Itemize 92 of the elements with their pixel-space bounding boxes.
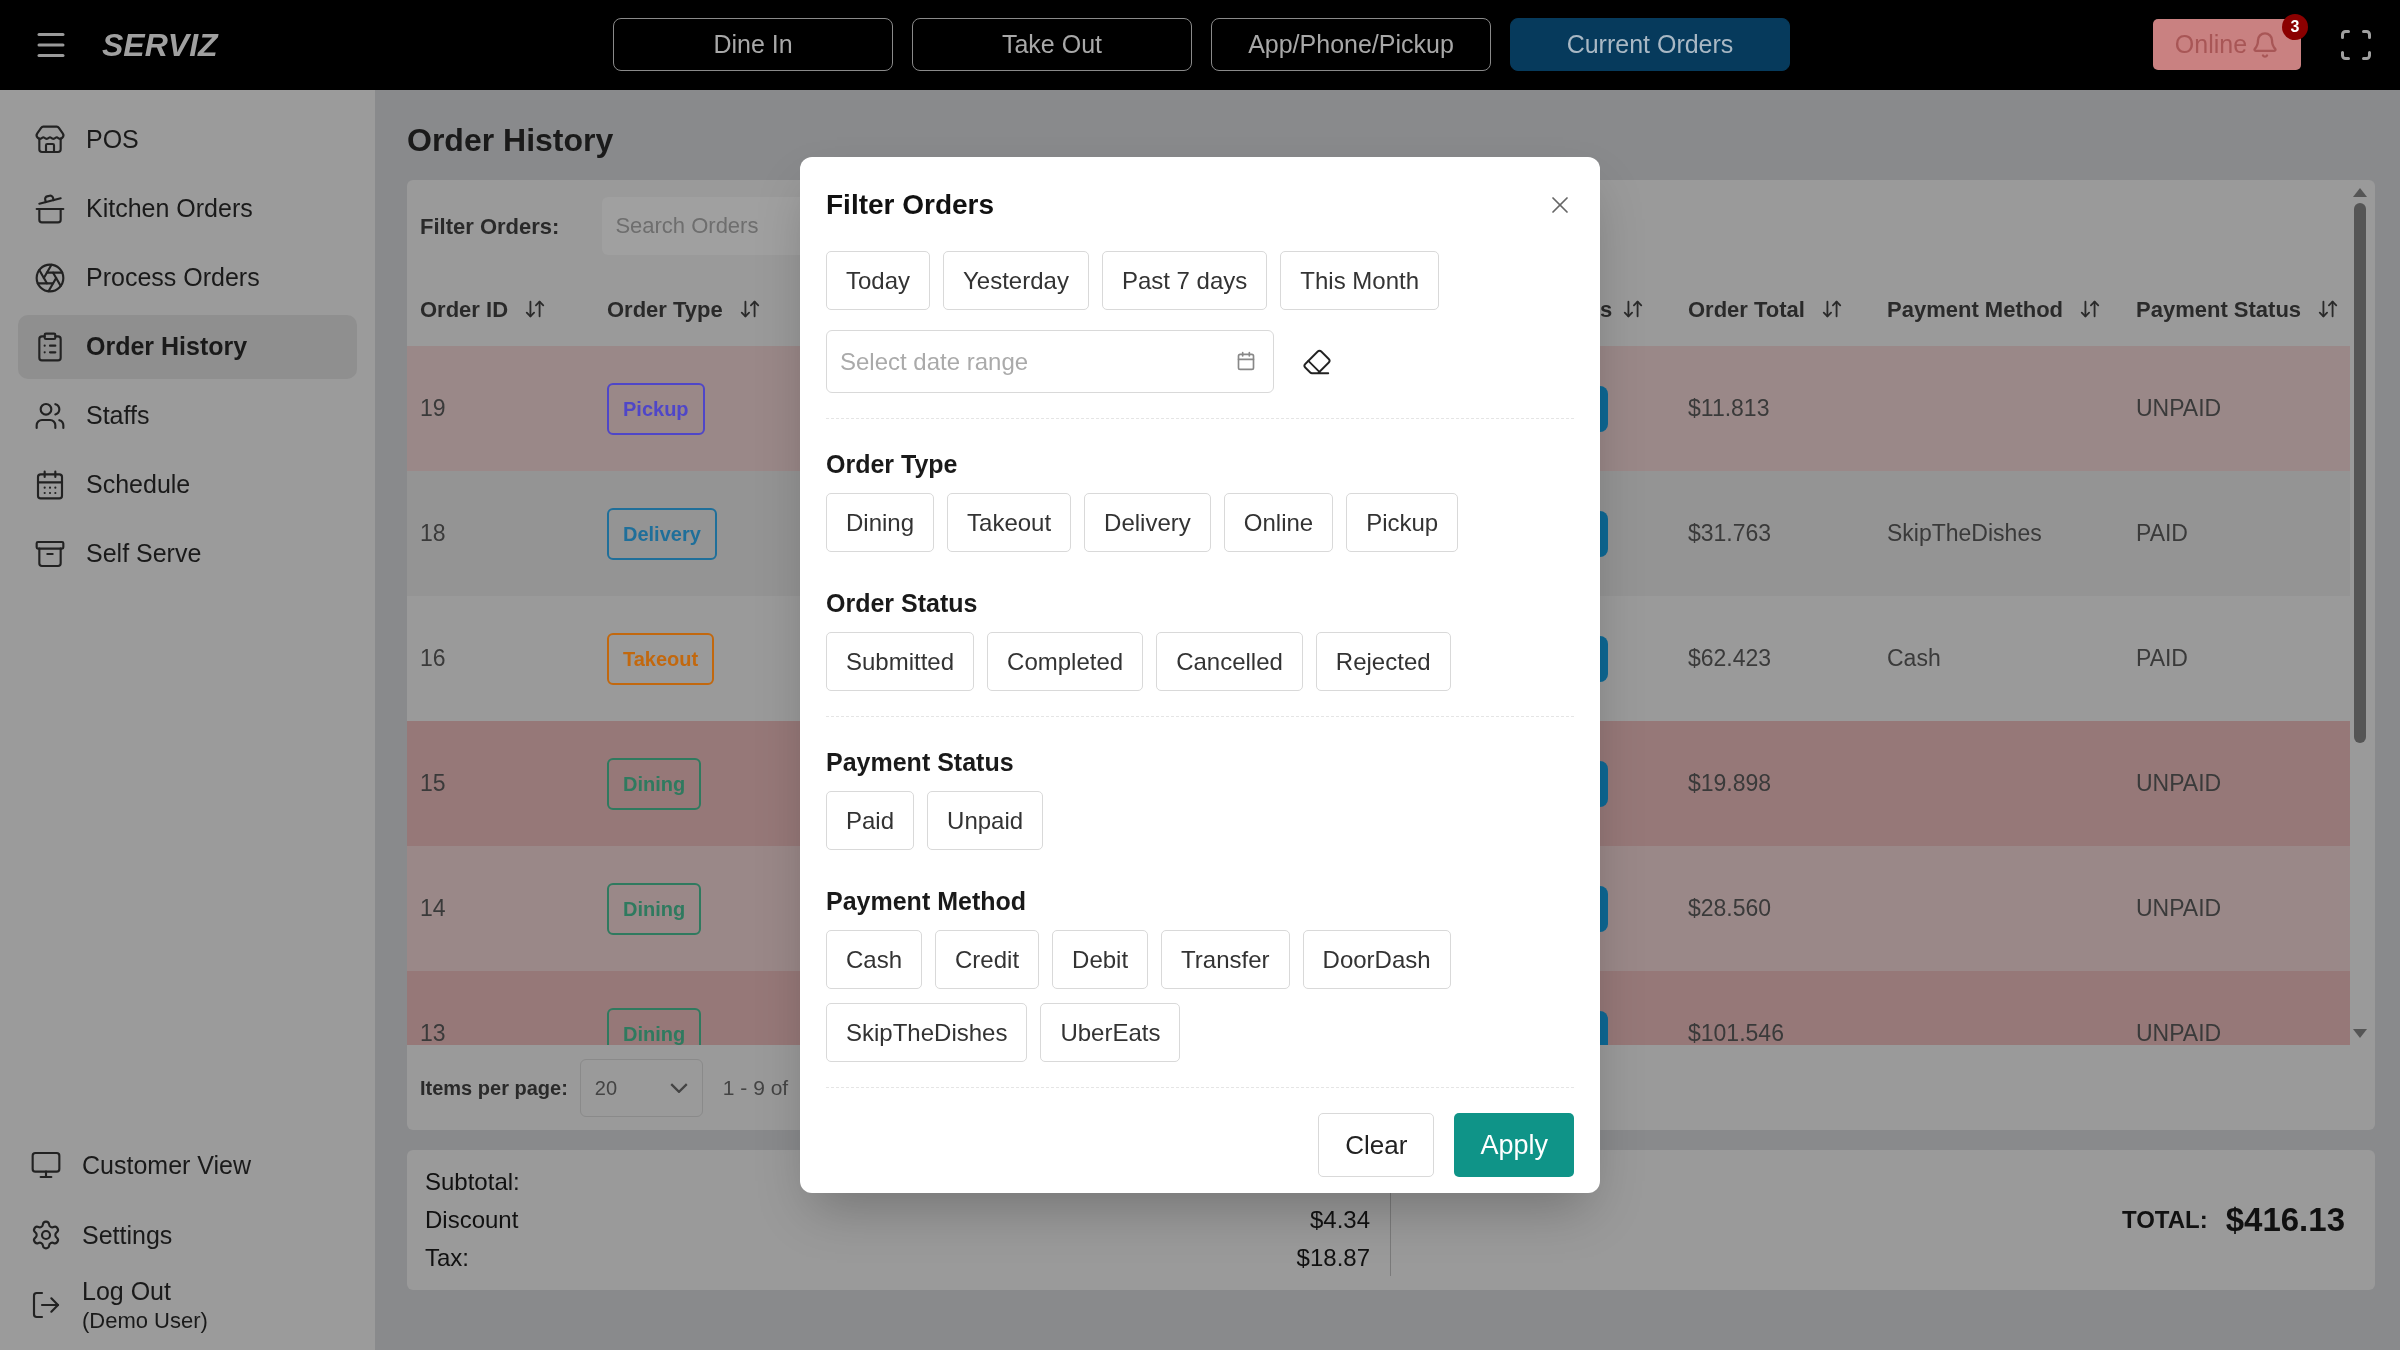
filter-chip[interactable]: Cash xyxy=(826,930,923,989)
filter-chip[interactable]: Rejected xyxy=(1315,632,1451,691)
sidebar-item[interactable]: Schedule xyxy=(18,453,357,517)
order-id: 19 xyxy=(420,395,446,422)
column-header: Payment Status xyxy=(2136,295,2302,324)
total-label: TOTAL: xyxy=(2121,1205,2208,1235)
nav-button[interactable]: Take Out xyxy=(912,18,1192,71)
sidebar-item[interactable]: Order History xyxy=(18,315,357,379)
filter-chip[interactable]: SkipTheDishes xyxy=(826,1003,1028,1062)
sidebar-item[interactable]: Staffs xyxy=(18,384,357,448)
summary-label: Discount xyxy=(425,1205,519,1235)
order-total: $31.763 xyxy=(1688,520,1772,547)
sidebar-item[interactable]: Process Orders xyxy=(18,246,357,310)
summary-label: Tax: xyxy=(425,1243,469,1273)
item-label: Log Out xyxy=(82,1275,172,1307)
item-label: Customer View xyxy=(82,1149,252,1181)
payment-status: UNPAID xyxy=(2136,770,2222,797)
date-range-field[interactable]: Select date range xyxy=(826,330,1274,393)
filter-chip[interactable]: Online xyxy=(1223,493,1334,552)
column-header: Order Type xyxy=(607,295,723,324)
payment-status: UNPAID xyxy=(2136,1020,2222,1045)
filter-chip[interactable]: Credit xyxy=(935,930,1040,989)
order-total: $11.813 xyxy=(1688,395,1770,422)
filter-chip[interactable]: Unpaid xyxy=(927,791,1044,850)
sidebar-item[interactable]: Kitchen Orders xyxy=(18,177,357,241)
payment-method: Cash xyxy=(1887,645,1941,672)
order-type-badge: Dining xyxy=(607,757,702,810)
filter-chip[interactable]: Takeout xyxy=(947,493,1072,552)
notification-badge: 3 xyxy=(2282,14,2308,40)
items-per-page-label: Items per page: xyxy=(420,1075,568,1101)
order-type-badge: Dining xyxy=(607,1007,702,1045)
filter-label: Filter Orders: xyxy=(420,212,560,241)
order-type-badge: Delivery xyxy=(607,507,717,560)
payment-method: SkipTheDishes xyxy=(1887,520,2042,547)
payment-status: UNPAID xyxy=(2136,895,2222,922)
sidebar-item[interactable]: Settings xyxy=(18,1204,357,1265)
section-title: Payment Method xyxy=(826,886,1028,917)
order-total: $19.898 xyxy=(1688,770,1772,797)
filter-chip[interactable]: Yesterday xyxy=(943,251,1089,310)
payment-status: PAID xyxy=(2136,645,2188,672)
sidebar-item[interactable]: POS xyxy=(18,108,357,172)
clear-button[interactable]: Clear xyxy=(1318,1113,1435,1177)
summary-value: $18.87 xyxy=(1296,1243,1370,1273)
order-id: 18 xyxy=(420,520,446,547)
section-title: Order Type xyxy=(826,449,959,480)
order-type-badge: Takeout xyxy=(607,632,715,685)
filter-chip[interactable]: This Month xyxy=(1280,251,1440,310)
total-value: $416.13 xyxy=(2225,1200,2345,1241)
order-type-badge: Dining xyxy=(607,882,702,935)
filter-chip[interactable]: UberEats xyxy=(1040,1003,1181,1062)
filter-chip[interactable]: Delivery xyxy=(1084,493,1211,552)
order-id: 16 xyxy=(420,645,446,672)
sidebar-item[interactable]: Self Serve xyxy=(18,522,357,586)
order-total: $28.560 xyxy=(1688,895,1772,922)
order-id: 14 xyxy=(420,895,446,922)
filter-chip[interactable]: Submitted xyxy=(826,632,975,691)
order-total: $101.546 xyxy=(1688,1020,1784,1045)
page-range: 1 - 9 of xyxy=(722,1074,789,1101)
nav-button[interactable]: App/Phone/Pickup xyxy=(1211,18,1491,71)
filter-chip[interactable]: Transfer xyxy=(1161,930,1290,989)
column-header: s xyxy=(1600,295,1613,324)
sidebar-item[interactable]: Customer View xyxy=(18,1134,357,1195)
filter-chip[interactable]: DoorDash xyxy=(1302,930,1451,989)
payment-status: UNPAID xyxy=(2136,395,2222,422)
summary-value: $4.34 xyxy=(1309,1205,1370,1235)
filter-chip[interactable]: Cancelled xyxy=(1156,632,1303,691)
summary-label: Subtotal: xyxy=(425,1167,520,1197)
nav-button[interactable]: Dine In xyxy=(613,18,893,71)
brand-logo: SERVIZ xyxy=(102,26,218,65)
filter-chip[interactable]: Paid xyxy=(826,791,915,850)
filter-chip[interactable]: Pickup xyxy=(1346,493,1459,552)
filter-chip[interactable]: Dining xyxy=(826,493,935,552)
filter-chip[interactable]: Debit xyxy=(1052,930,1149,989)
nav-button[interactable]: Current Orders xyxy=(1510,18,1790,71)
section-title: Payment Status xyxy=(826,747,1015,778)
sidebar-item[interactable]: Log Out (Demo User) xyxy=(18,1274,357,1336)
filter-chip[interactable]: Past 7 days xyxy=(1101,251,1268,310)
page-title: Order History xyxy=(407,121,615,160)
payment-status: PAID xyxy=(2136,520,2188,547)
order-id: 13 xyxy=(420,1020,446,1045)
column-header: Order Total xyxy=(1688,295,1805,324)
user-label: (Demo User) xyxy=(82,1307,208,1336)
order-type-badge: Pickup xyxy=(607,382,705,435)
apply-button[interactable]: Apply xyxy=(1454,1113,1574,1177)
item-label: Settings xyxy=(82,1219,173,1251)
order-total: $62.423 xyxy=(1688,645,1772,672)
section-title: Order Status xyxy=(826,588,979,619)
filter-chip[interactable]: Completed xyxy=(987,632,1144,691)
order-id: 15 xyxy=(420,770,446,797)
column-header: Payment Method xyxy=(1887,295,2064,324)
filter-chip[interactable]: Today xyxy=(826,251,931,310)
column-header: Order ID xyxy=(420,295,509,324)
